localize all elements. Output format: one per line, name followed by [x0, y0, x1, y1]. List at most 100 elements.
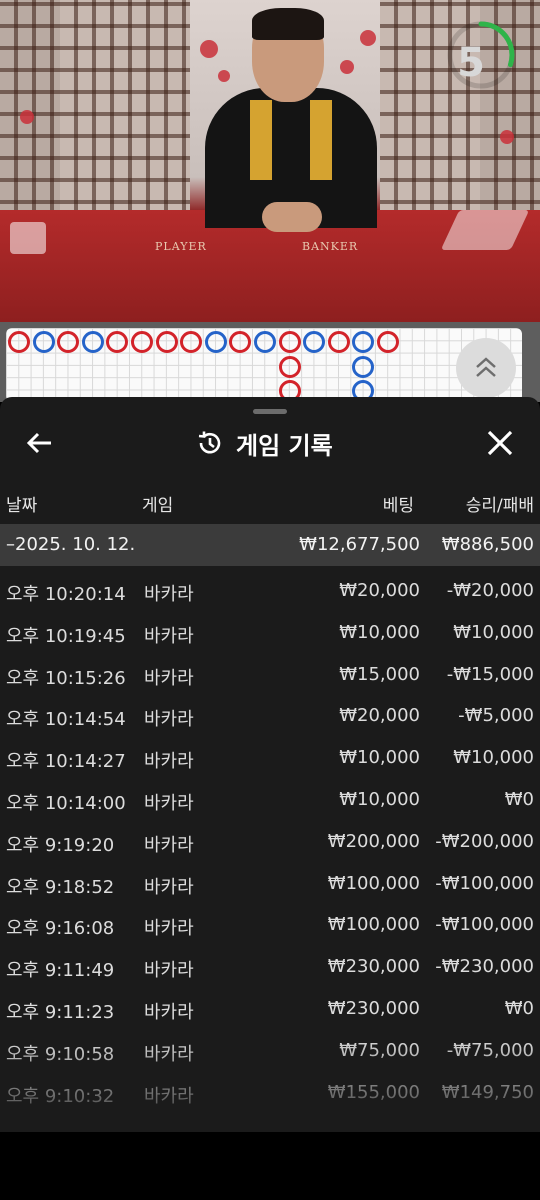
row-bet: ₩15,000	[339, 663, 420, 685]
decor-screen-lattice-left	[60, 0, 190, 222]
row-winloss: -₩20,000	[446, 580, 534, 601]
row-bet: ₩10,000	[339, 747, 420, 769]
sheet-drag-handle[interactable]	[253, 409, 287, 414]
row-time: 오후 10:20:14	[6, 584, 126, 605]
row-bet: ₩200,000	[327, 830, 420, 852]
row-game: 바카라	[144, 1043, 194, 1065]
dealer-lapel	[250, 100, 272, 180]
row-winloss: -₩5,000	[458, 705, 534, 727]
col-header-date: 날짜	[6, 496, 38, 516]
player-bead	[32, 331, 55, 353]
history-row[interactable]: 오후 9:18:52 바카라 ₩100,000 -₩100,000	[0, 863, 540, 905]
dealer-lapel	[310, 100, 332, 180]
row-time: 오후 9:18:52	[6, 876, 115, 898]
row-winloss: ₩149,750	[441, 1081, 534, 1103]
row-time: 오후 10:14:00	[6, 793, 126, 814]
player-bead	[352, 355, 375, 378]
history-icon	[198, 431, 221, 454]
history-row[interactable]: 오후 9:16:08 바카라 ₩100,000 -₩100,000	[0, 904, 540, 946]
row-game: 바카라	[144, 1085, 194, 1107]
close-button[interactable]	[484, 427, 516, 459]
row-game: 바카라	[144, 876, 194, 898]
banker-bead	[327, 331, 350, 353]
countdown-number: 5	[457, 40, 485, 86]
history-row[interactable]: 오후 10:14:27 바카라 ₩10,000 ₩10,000	[0, 737, 540, 779]
row-time: 오후 9:11:49	[6, 960, 115, 982]
row-game: 바카라	[144, 667, 194, 689]
row-winloss: -₩230,000	[435, 956, 534, 978]
banker-bead	[131, 331, 153, 353]
banker-bead	[8, 331, 30, 353]
row-bet: ₩100,000	[327, 872, 420, 894]
row-bet: ₩155,000	[327, 1081, 420, 1103]
history-row[interactable]: 오후 9:19:20 바카라 ₩200,000 -₩200,000	[0, 821, 540, 863]
player-bead	[303, 331, 326, 353]
row-game: 바카라	[144, 918, 194, 940]
dealer-hands	[262, 202, 322, 232]
banker-bead	[57, 331, 80, 353]
col-header-winloss: 승리/패배	[465, 496, 534, 516]
row-bet: ₩20,000	[339, 580, 420, 601]
history-row[interactable]: 오후 9:10:58 바카라 ₩75,000 -₩75,000	[0, 1030, 540, 1072]
history-row[interactable]: 오후 10:14:00 바카라 ₩10,000 ₩0	[0, 779, 540, 821]
card-shoe	[10, 222, 46, 254]
arrow-left-icon	[26, 432, 51, 454]
row-time: 오후 9:10:58	[6, 1043, 115, 1065]
row-winloss: -₩75,000	[446, 1039, 534, 1061]
game-history-sheet: 게임 기록 날짜 게임 베팅 승리/패배 –2025. 10. 12. ₩12,…	[0, 397, 540, 1132]
banker-bead	[229, 331, 252, 353]
sheet-title: 게임 기록	[236, 431, 333, 460]
history-row[interactable]: 오후 9:11:23 바카라 ₩230,000 ₩0	[0, 988, 540, 1030]
back-button[interactable]	[24, 427, 56, 459]
date-group-row[interactable]: –2025. 10. 12. ₩12,677,500 ₩886,500	[0, 524, 540, 566]
row-bet: ₩10,000	[339, 789, 420, 810]
banker-bead	[278, 355, 301, 378]
blossom-decor	[200, 40, 218, 58]
row-time: 오후 9:19:20	[6, 834, 115, 856]
date-group-winloss-total: ₩886,500	[441, 534, 534, 555]
row-game: 바카라	[144, 625, 194, 647]
banker-bead	[377, 331, 399, 353]
banker-bead	[278, 331, 301, 353]
row-time: 오후 10:15:26	[6, 667, 126, 689]
player-bead	[352, 331, 375, 353]
row-time: 오후 9:11:23	[6, 1002, 115, 1023]
system-nav-bar	[0, 1132, 540, 1200]
history-row[interactable]: 오후 10:14:54 바카라 ₩20,000 -₩5,000	[0, 695, 540, 737]
history-row[interactable]: 오후 10:19:45 바카라 ₩10,000 ₩10,000	[0, 612, 540, 654]
banker-bead	[180, 331, 203, 353]
expand-roadmap-button[interactable]	[456, 338, 516, 398]
history-row[interactable]: 오후 9:11:49 바카라 ₩230,000 -₩230,000	[0, 946, 540, 988]
blossom-decor	[500, 130, 514, 144]
row-bet: ₩20,000	[339, 705, 420, 727]
row-winloss: ₩0	[504, 998, 534, 1019]
history-row[interactable]: 오후 10:15:26 바카라 ₩15,000 -₩15,000	[0, 654, 540, 696]
row-winloss: ₩10,000	[453, 621, 534, 643]
row-bet: ₩230,000	[327, 956, 420, 978]
row-winloss: ₩0	[504, 789, 534, 810]
col-header-game: 게임	[142, 496, 174, 516]
row-time: 오후 10:14:27	[6, 751, 126, 773]
row-winloss: -₩200,000	[435, 830, 534, 852]
date-group-date: –2025. 10. 12.	[6, 534, 136, 555]
close-icon	[487, 430, 513, 456]
row-bet: ₩75,000	[339, 1039, 420, 1061]
blossom-decor	[340, 60, 354, 74]
table-banker-label: BANKER	[302, 240, 359, 253]
row-time: 오후 10:19:45	[6, 625, 126, 647]
blossom-decor	[20, 110, 34, 124]
bead-road-grid	[6, 328, 522, 402]
row-game: 바카라	[144, 834, 194, 856]
player-bead	[254, 331, 276, 353]
row-game: 바카라	[144, 960, 194, 982]
row-winloss: -₩100,000	[435, 872, 534, 894]
dealer-hair	[252, 8, 324, 40]
col-header-bet: 베팅	[382, 496, 414, 516]
sheet-header: 게임 기록	[196, 423, 333, 463]
date-group-bet-total: ₩12,677,500	[299, 534, 420, 555]
row-winloss: -₩15,000	[446, 663, 534, 685]
row-time: 오후 9:10:32	[6, 1085, 115, 1107]
history-row[interactable]: 오후 9:10:32 바카라 ₩155,000 ₩149,750	[0, 1072, 540, 1114]
history-row[interactable]: 오후 10:20:14 바카라 ₩20,000 -₩20,000	[0, 570, 540, 612]
row-bet: ₩100,000	[327, 914, 420, 936]
